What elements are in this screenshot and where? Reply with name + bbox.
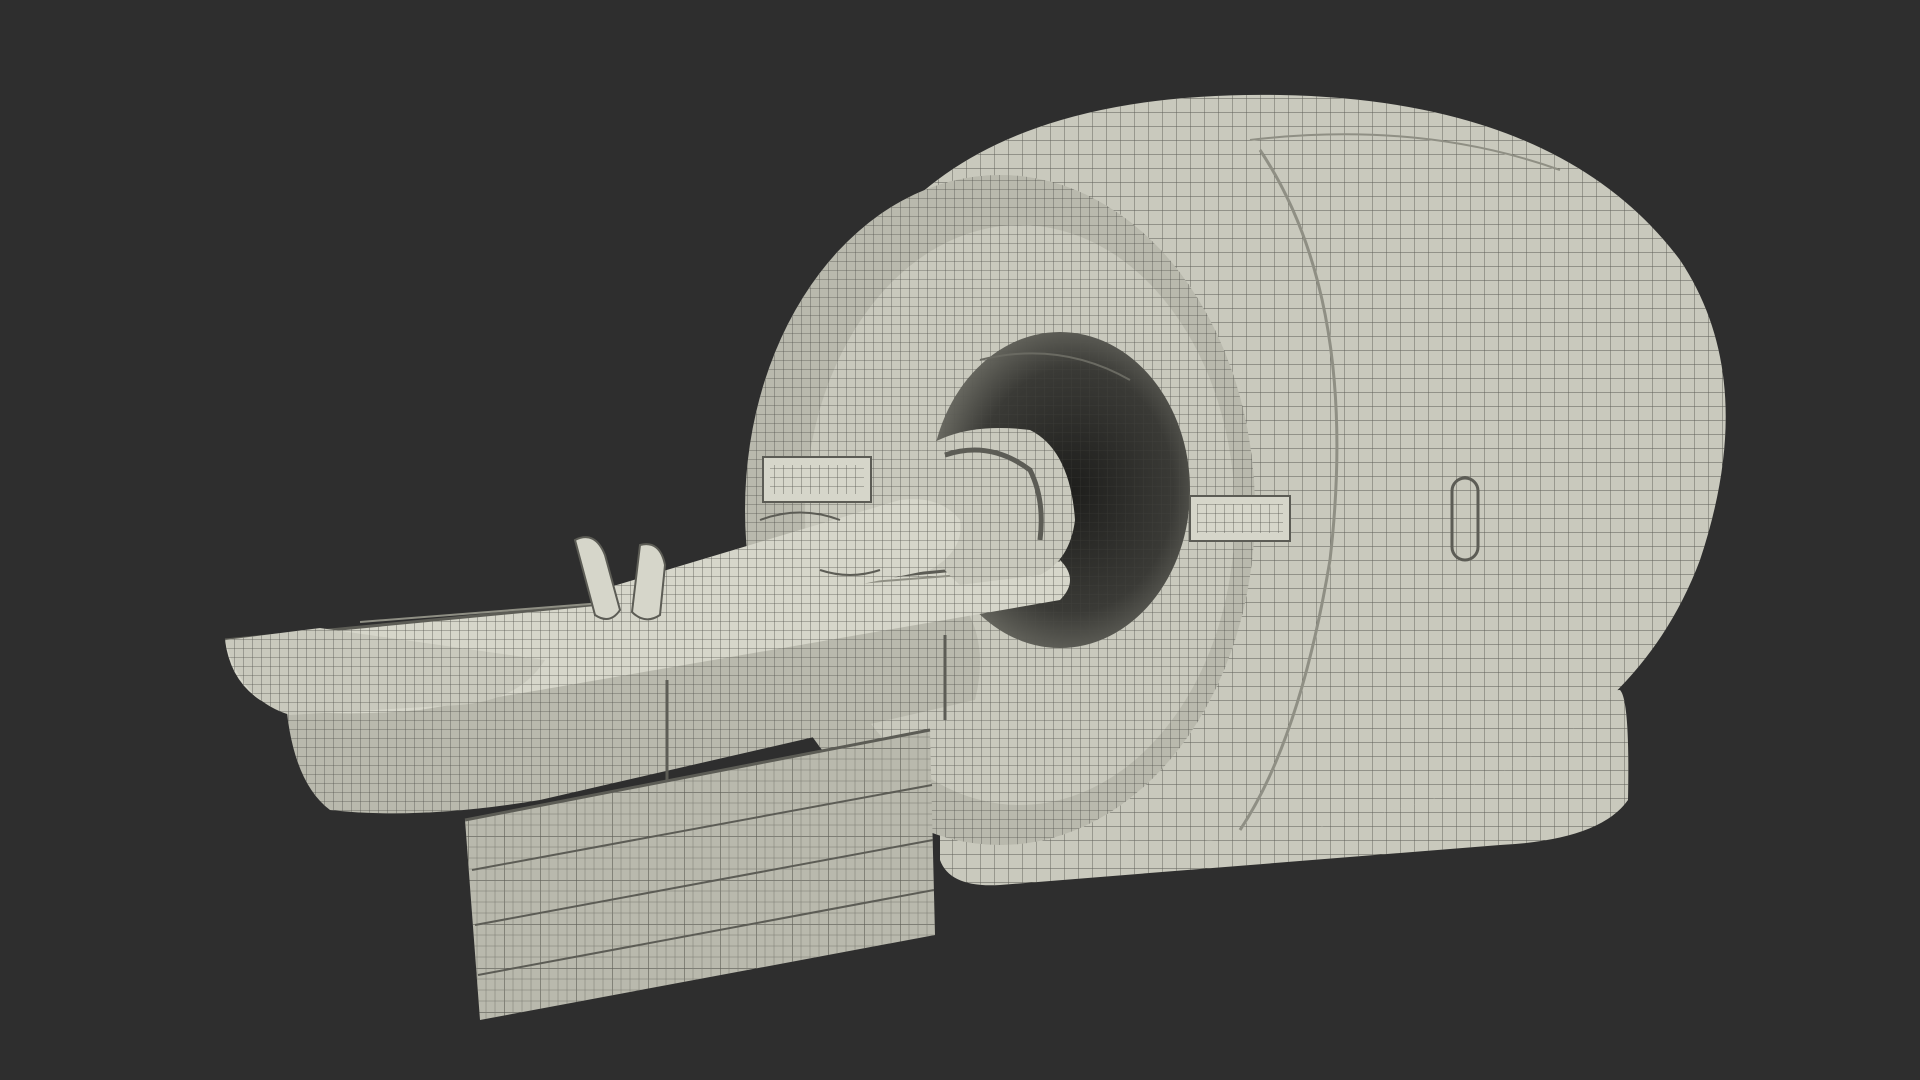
gantry-control-panel-left bbox=[762, 456, 872, 503]
mri-wireframe-render bbox=[224, 94, 1726, 1020]
gantry-control-panel-right bbox=[1189, 495, 1291, 542]
